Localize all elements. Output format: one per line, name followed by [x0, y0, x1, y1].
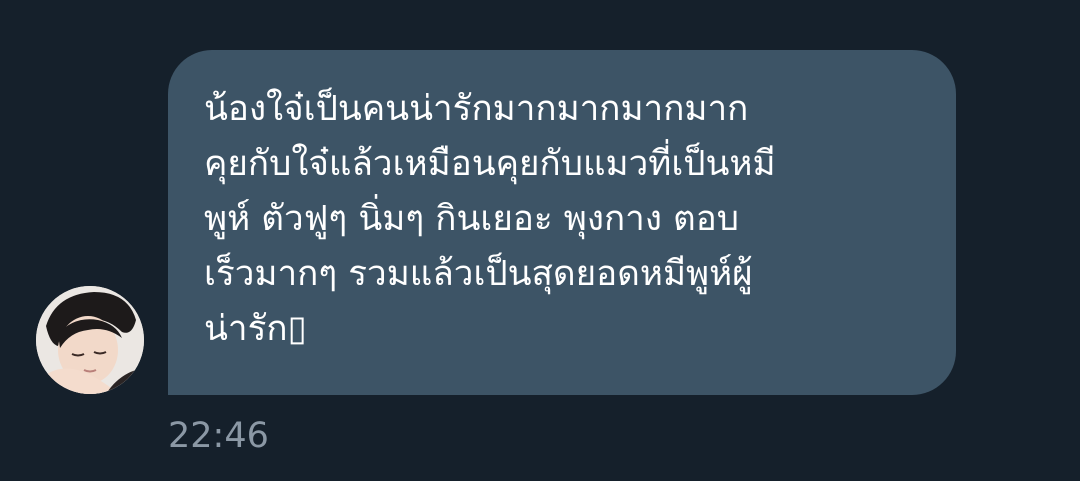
received-message-row: น้องใจ๋เป็นคนน่ารักมากมากมากมาก คุยกับใจ…	[36, 50, 976, 395]
message-bubble[interactable]: น้องใจ๋เป็นคนน่ารักมากมากมากมาก คุยกับใจ…	[168, 50, 956, 395]
profile-photo-icon	[36, 286, 144, 394]
chat-screen: น้องใจ๋เป็นคนน่ารักมากมากมากมาก คุยกับใจ…	[0, 0, 1080, 481]
message-timestamp: 22:46	[168, 416, 269, 456]
message-text: น้องใจ๋เป็นคนน่ารักมากมากมากมาก คุยกับใจ…	[204, 89, 776, 349]
sender-avatar[interactable]	[36, 286, 144, 394]
